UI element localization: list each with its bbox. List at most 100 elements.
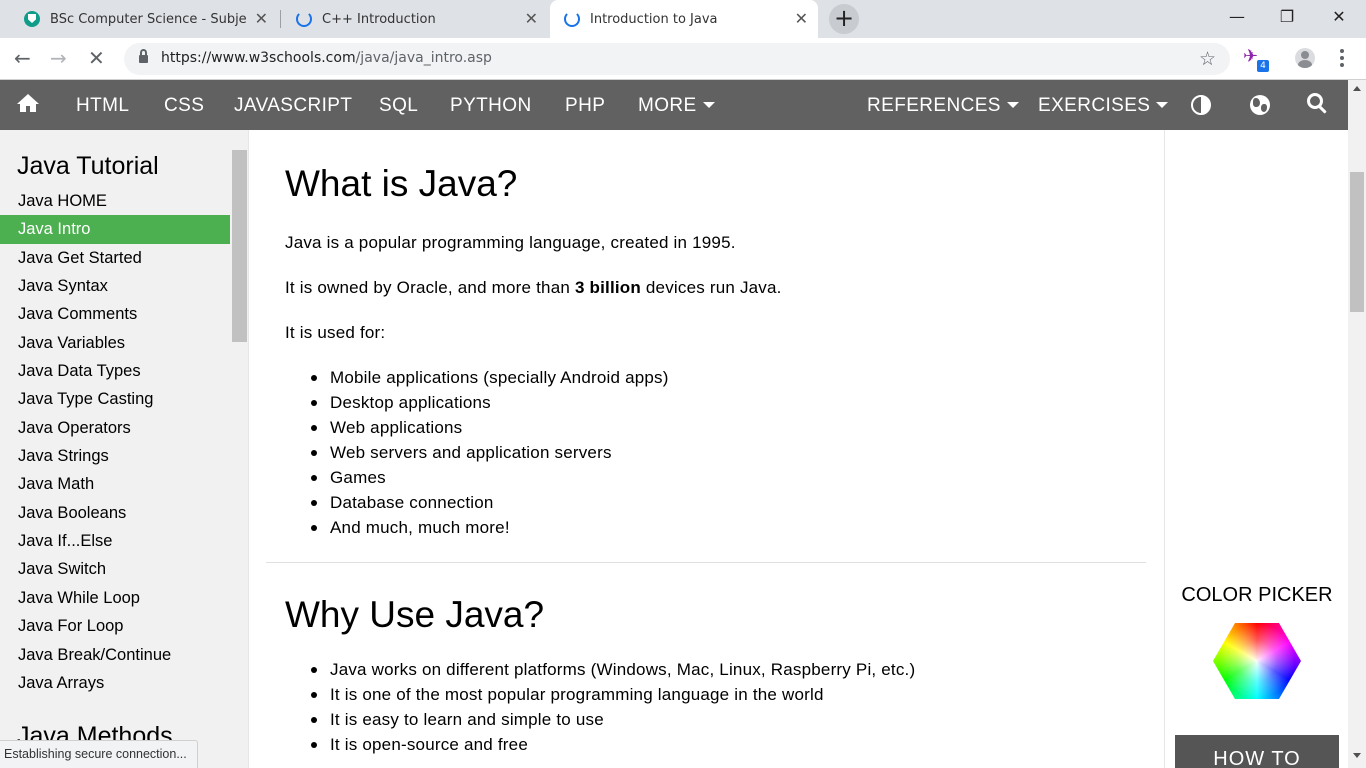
sidebar-item[interactable]: Java Break/Continue — [0, 641, 230, 669]
search-icon[interactable] — [1307, 93, 1329, 115]
sidebar-item[interactable]: Java HOME — [0, 187, 230, 215]
tab-cpp-introduction[interactable]: C++ Introduction ✕ — [282, 0, 548, 38]
contrast-toggle-icon[interactable] — [1191, 95, 1211, 115]
stop-loading-icon[interactable]: ✕ — [88, 47, 105, 69]
minimize-window-button[interactable]: — — [1212, 0, 1262, 32]
scroll-down-arrow-icon[interactable] — [1353, 753, 1361, 758]
nav-javascript[interactable]: JAVASCRIPT — [234, 80, 352, 130]
nav-references-dropdown[interactable]: REFERENCES — [867, 80, 1019, 130]
caret-down-icon — [1156, 102, 1169, 108]
sidebar-item[interactable]: Java Comments — [0, 300, 230, 328]
uses-list: Mobile applications (specially Android a… — [311, 365, 669, 540]
address-toolbar: ← → ✕ https://www.w3schools.com/java/jav… — [0, 38, 1366, 80]
horizontal-rule — [266, 562, 1146, 563]
back-arrow-icon[interactable]: ← — [14, 47, 31, 69]
sidebar-item[interactable]: Java Get Started — [0, 244, 230, 272]
tutorial-sidebar: Java Tutorial Java HOME Java Intro Java Ge… — [0, 130, 248, 768]
scroll-up-arrow-icon[interactable] — [1353, 86, 1361, 91]
url-omnibox[interactable]: https://www.w3schools.com/java/java_intr… — [124, 43, 1230, 75]
sidebar-item[interactable]: Java Syntax — [0, 272, 230, 300]
divider — [248, 130, 249, 768]
paper-plane-icon: ✈ — [1243, 46, 1259, 67]
tab-title: BSc Computer Science - Subjects — [50, 11, 246, 27]
tab-divider — [280, 10, 281, 28]
list-item: Database connection — [311, 490, 669, 515]
sidebar-item[interactable]: Java Type Casting — [0, 385, 230, 413]
paragraph-oracle: It is owned by Oracle, and more than 3 b… — [285, 278, 782, 298]
new-tab-button[interactable]: + — [829, 4, 859, 34]
profile-avatar-icon[interactable] — [1295, 48, 1315, 68]
paragraph-text: devices run Java. — [640, 278, 782, 297]
bold-text: 3 billion — [574, 278, 641, 297]
close-window-button[interactable]: ✕ — [1314, 0, 1364, 32]
sidebar-item[interactable]: Java For Loop — [0, 612, 230, 640]
list-item: Web servers and application servers — [311, 440, 669, 465]
sidebar-item[interactable]: Java Operators — [0, 414, 230, 442]
list-item: It is one of the most popular programmin… — [311, 682, 915, 707]
sidebar-item[interactable]: Java While Loop — [0, 584, 230, 612]
sidebar-item[interactable]: Java Data Types — [0, 357, 230, 385]
maximize-window-button[interactable]: ❐ — [1262, 0, 1312, 32]
url-path: /java/java_intro.asp — [355, 50, 492, 66]
nav-sql[interactable]: SQL — [379, 80, 418, 130]
sidebar-item[interactable]: Java Strings — [0, 442, 230, 470]
kebab-menu-icon[interactable] — [1340, 49, 1344, 67]
page-scrollbar[interactable] — [1348, 80, 1366, 768]
nav-html[interactable]: HTML — [76, 80, 129, 130]
main-content: What is Java? Java is a popular programm… — [248, 130, 1164, 768]
heading-why-use-java: Why Use Java? — [285, 594, 545, 635]
caret-down-icon — [1006, 102, 1019, 108]
list-item: Java works on different platforms (Windo… — [311, 657, 915, 682]
close-tab-icon[interactable]: ✕ — [255, 11, 268, 27]
sidebar-item[interactable]: Java Booleans — [0, 499, 230, 527]
page-scroll-thumb[interactable] — [1350, 172, 1364, 312]
browser-tab-strip: BSc Computer Science - Subjects ✕ C++ In… — [0, 0, 1366, 38]
lock-icon[interactable] — [139, 49, 148, 63]
paragraph-used-for: It is used for: — [285, 323, 386, 342]
list-item: And much, much more! — [311, 515, 669, 540]
list-item: Mobile applications (specially Android a… — [311, 365, 669, 390]
howto-banner[interactable]: HOW TO — [1175, 735, 1339, 768]
tab-title: Introduction to Java — [590, 11, 718, 27]
tab-bsc-computer-science[interactable]: BSc Computer Science - Subjects ✕ — [10, 0, 278, 38]
list-item: Games — [311, 465, 669, 490]
loading-spinner-icon — [564, 11, 580, 27]
paragraph-intro: Java is a popular programming language, … — [285, 233, 736, 252]
sidebar-item[interactable]: Java Intro — [0, 215, 230, 244]
list-item: It is open-source and free — [311, 732, 915, 757]
url-host: https://www.w3schools.com — [161, 50, 356, 66]
caret-down-icon — [702, 102, 715, 108]
nav-exercises-dropdown[interactable]: EXERCISES — [1038, 80, 1169, 130]
home-icon[interactable] — [17, 94, 39, 114]
tab-introduction-to-java[interactable]: Introduction to Java ✕ — [550, 0, 818, 38]
sidebar-item[interactable]: Java If...Else — [0, 527, 230, 555]
sidebar-item[interactable]: Java Variables — [0, 329, 230, 357]
site-top-nav: HTML CSS JAVASCRIPT SQL PYTHON PHP MORE … — [0, 80, 1348, 130]
nav-css[interactable]: CSS — [164, 80, 204, 130]
globe-icon[interactable] — [1250, 95, 1270, 115]
tab-title: C++ Introduction — [322, 11, 436, 27]
sidebar-list: Java HOME Java Intro Java Get Started Java … — [0, 187, 230, 697]
color-picker-title[interactable]: COLOR PICKER — [1165, 584, 1348, 607]
nav-exercises-label: EXERCISES — [1038, 95, 1151, 116]
loading-spinner-icon — [296, 11, 312, 27]
sidebar-title: Java Tutorial — [17, 152, 159, 180]
sidebar-item[interactable]: Java Math — [0, 470, 230, 498]
sidebar-scroll-thumb[interactable] — [232, 150, 247, 342]
nav-references-label: REFERENCES — [867, 95, 1001, 116]
sidebar-item[interactable]: Java Arrays — [0, 669, 230, 697]
color-picker-hexagon-icon[interactable] — [1213, 623, 1301, 699]
nav-more-dropdown[interactable]: MORE — [638, 80, 715, 130]
nav-php[interactable]: PHP — [565, 80, 605, 130]
extension-icon[interactable]: ✈ 4 — [1243, 46, 1269, 74]
forward-arrow-icon[interactable]: → — [50, 47, 67, 69]
close-tab-icon[interactable]: ✕ — [525, 11, 538, 27]
list-item: It is easy to learn and simple to use — [311, 707, 915, 732]
url-text[interactable]: https://www.w3schools.com/java/java_intr… — [161, 50, 492, 66]
list-item: Desktop applications — [311, 390, 669, 415]
sidebar-item[interactable]: Java Switch — [0, 555, 230, 583]
nav-python[interactable]: PYTHON — [450, 80, 532, 130]
list-item: Web applications — [311, 415, 669, 440]
close-tab-icon[interactable]: ✕ — [795, 11, 808, 27]
bookmark-star-icon[interactable]: ☆ — [1199, 48, 1216, 70]
